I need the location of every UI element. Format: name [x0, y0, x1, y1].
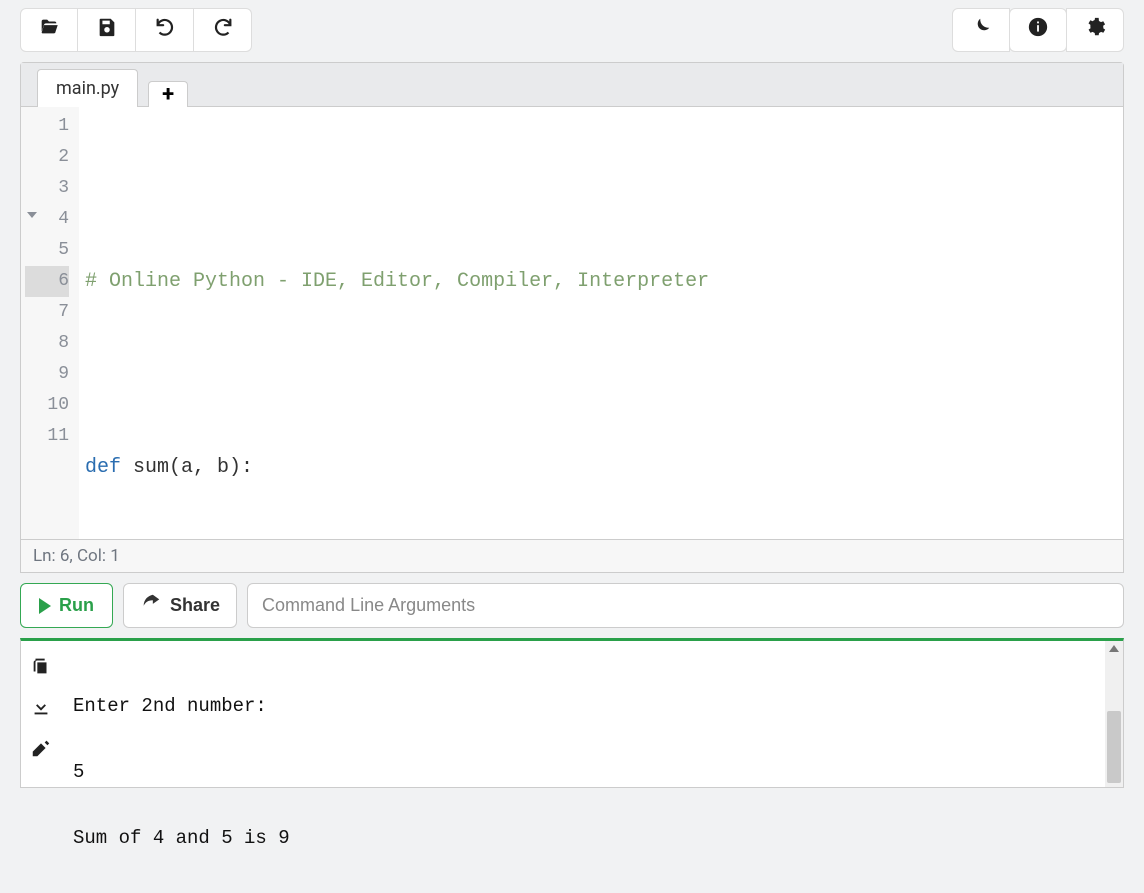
terminal-output[interactable]: Enter 2nd number: 5 Sum of 4 and 5 is 9 — [61, 641, 1123, 787]
terminal-scrollbar[interactable] — [1105, 641, 1123, 787]
line-number: 6 — [25, 266, 69, 297]
line-number: 9 — [25, 359, 69, 390]
line-number: 3 — [25, 173, 69, 204]
code-editor[interactable]: 1 2 3 4 5 6 7 8 9 10 11 # Online Python … — [21, 107, 1123, 539]
code-line: def sum(a, b): — [85, 452, 1117, 483]
terminal-line: Enter 2nd number: — [73, 695, 1111, 717]
tab-label: main.py — [56, 78, 119, 99]
editor-status-bar: Ln: 6, Col: 1 — [21, 539, 1123, 572]
terminal-line: Sum of 4 and 5 is 9 — [73, 827, 1111, 849]
line-number: 4 — [25, 204, 69, 235]
terminal-sidebar — [21, 641, 61, 787]
cli-args-input[interactable] — [247, 583, 1124, 628]
share-button[interactable]: Share — [123, 583, 237, 628]
terminal-panel: Enter 2nd number: 5 Sum of 4 and 5 is 9 — [20, 638, 1124, 788]
theme-toggle-button[interactable] — [952, 8, 1010, 52]
fold-caret-icon[interactable] — [27, 212, 37, 218]
line-gutter: 1 2 3 4 5 6 7 8 9 10 11 — [21, 107, 79, 539]
folder-open-icon — [38, 16, 60, 44]
clear-output-button[interactable] — [30, 737, 52, 764]
line-number: 1 — [25, 111, 69, 142]
play-icon — [39, 598, 51, 614]
run-button[interactable]: Run — [20, 583, 113, 628]
line-number: 10 — [25, 390, 69, 421]
save-button[interactable] — [78, 8, 136, 52]
info-icon — [1027, 16, 1049, 44]
terminal-line: 5 — [73, 761, 1111, 783]
tab-bar: main.py + — [21, 63, 1123, 107]
redo-icon — [212, 16, 234, 44]
info-button[interactable] — [1009, 8, 1067, 52]
add-tab-button[interactable]: + — [148, 81, 188, 107]
share-icon — [140, 592, 162, 619]
plus-icon: + — [162, 82, 174, 107]
undo-icon — [154, 16, 176, 44]
code-line — [85, 173, 1117, 204]
open-file-button[interactable] — [20, 8, 78, 52]
copy-output-button[interactable] — [30, 655, 52, 682]
undo-button[interactable] — [136, 8, 194, 52]
scroll-thumb[interactable] — [1107, 711, 1121, 783]
line-number: 5 — [25, 235, 69, 266]
line-number: 7 — [25, 297, 69, 328]
line-number: 11 — [25, 421, 69, 452]
settings-button[interactable] — [1066, 8, 1124, 52]
download-output-button[interactable] — [30, 696, 52, 723]
editor-panel: main.py + 1 2 3 4 5 6 7 8 9 10 11 # Onli… — [20, 62, 1124, 573]
code-content[interactable]: # Online Python - IDE, Editor, Compiler,… — [79, 107, 1123, 539]
cursor-position: Ln: 6, Col: 1 — [33, 546, 120, 566]
scroll-up-icon[interactable] — [1109, 645, 1119, 652]
line-number: 2 — [25, 142, 69, 173]
save-icon — [96, 16, 118, 44]
moon-icon — [970, 16, 992, 44]
run-label: Run — [59, 595, 94, 616]
tab-main-py[interactable]: main.py — [37, 69, 138, 107]
code-line: # Online Python - IDE, Editor, Compiler,… — [85, 266, 1117, 297]
code-line — [85, 359, 1117, 390]
gear-icon — [1084, 16, 1106, 44]
share-label: Share — [170, 595, 220, 616]
redo-button[interactable] — [194, 8, 252, 52]
line-number: 8 — [25, 328, 69, 359]
